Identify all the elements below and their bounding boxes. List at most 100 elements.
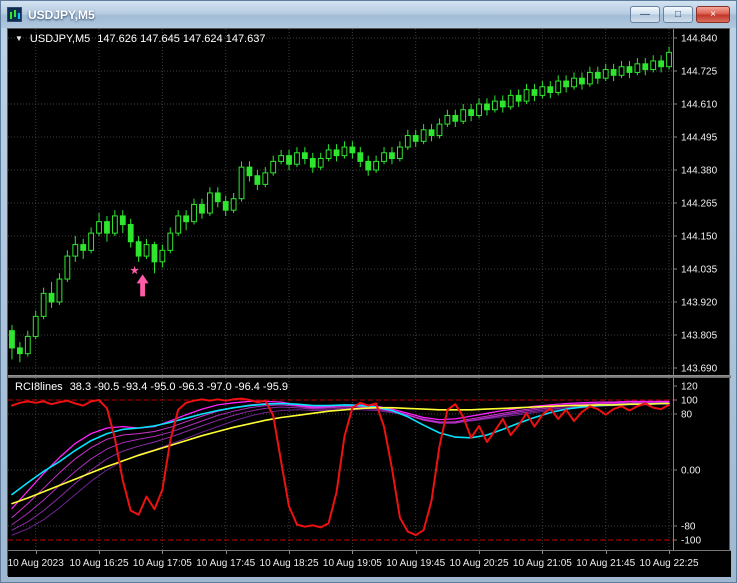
candle-body (191, 203, 197, 223)
candle-body (143, 244, 150, 257)
time-tick (35, 551, 37, 554)
candle-body (389, 152, 395, 160)
time-label: 10 Aug 20:25 (449, 558, 509, 569)
candle-body (325, 149, 332, 160)
indicator-info-line: RCI8lines 38.3 -90.5 -93.4 -95.0 -96.3 -… (15, 381, 288, 393)
candle-body (127, 224, 134, 243)
candle-body (626, 66, 633, 73)
time-tick (289, 551, 291, 554)
chart-window-icon (7, 7, 22, 22)
candle-body (618, 66, 625, 76)
candle-body (428, 129, 435, 137)
candle-body (254, 175, 261, 185)
candle-body (238, 166, 245, 200)
time-tick (225, 551, 227, 554)
candle-body (563, 80, 570, 88)
candle-body (175, 215, 182, 234)
time-label: 10 Aug 19:45 (386, 558, 446, 569)
time-tick (542, 551, 544, 554)
candle-body (571, 77, 577, 88)
time-tick (415, 551, 417, 554)
candle-body (452, 114, 459, 122)
candle-body (586, 71, 593, 85)
candle-body (610, 69, 617, 76)
time-tick (605, 551, 607, 554)
indicator-scale-label: 80 (681, 410, 693, 421)
indicator-panel[interactable]: 120 100 80 0.00 -80 -100 RCI8lines 38.3 -90.5… (8, 378, 731, 550)
price-scale-label: 144.495 (681, 133, 718, 144)
candle-body (507, 94, 514, 108)
candle-body (396, 146, 403, 160)
candle-body (460, 109, 467, 122)
candle-body (309, 158, 316, 168)
mt4-chart-window: USDJPY,M5 — □ × 144.840 144.725 144.610 144… (0, 0, 737, 583)
chart-info-line: ▼ USDJPY,M5 147.626 147.645 147.624 147.… (15, 33, 265, 45)
candle-body (650, 60, 657, 71)
candle-body (555, 80, 562, 94)
candle-body (357, 152, 364, 162)
title-bar[interactable]: USDJPY,M5 — □ × (1, 1, 736, 28)
candle-body (294, 152, 300, 165)
candle-body (167, 232, 174, 251)
candle-body (270, 160, 277, 174)
time-tick (99, 551, 101, 554)
candle-body (349, 146, 356, 154)
price-scale-label: 143.805 (681, 331, 718, 342)
candle-body (444, 114, 451, 125)
collapse-triangle-icon[interactable]: ▼ (15, 35, 23, 43)
price-scale-label: 144.725 (681, 67, 718, 78)
price-scale-label: 143.920 (681, 298, 718, 309)
candle-body (634, 63, 641, 73)
price-chart-panel[interactable]: 144.840 144.725 144.610 144.495 144.380 144.2… (8, 29, 731, 375)
time-tick (162, 551, 164, 554)
candle-body (24, 335, 31, 355)
minimize-button[interactable]: — (630, 6, 660, 23)
candle-body (666, 51, 672, 68)
indicator-scale-label: -80 (681, 522, 696, 533)
time-label: 10 Aug 2023 (7, 558, 64, 569)
candle-body (151, 244, 158, 263)
indicator-scale-label: 120 (681, 382, 698, 393)
candle-body (341, 146, 348, 157)
candle-body (56, 278, 63, 303)
candle-body (658, 60, 665, 68)
indicator-svg: 120 100 80 0.00 -80 -100 (8, 378, 701, 550)
candle-body (32, 315, 39, 337)
candle-body (476, 103, 482, 116)
candle-body (468, 109, 475, 116)
indicator-values: 38.3 -90.5 -93.4 -95.0 -96.3 -97.0 -96.4… (69, 381, 288, 393)
price-scale-label: 144.610 (681, 100, 718, 111)
candle-body (119, 215, 126, 226)
price-scale-label: 144.035 (681, 265, 718, 276)
candle-body (222, 201, 229, 211)
candle-body (246, 166, 253, 177)
candle-body (531, 89, 538, 96)
signal-star-icon (130, 265, 139, 275)
time-label: 10 Aug 16:25 (69, 558, 129, 569)
candle-body (64, 255, 71, 280)
time-label: 10 Aug 19:05 (322, 558, 382, 569)
price-scale-label: 144.380 (681, 166, 718, 177)
candle-body (262, 172, 269, 185)
candle-body (579, 77, 585, 85)
time-axis[interactable]: 10 Aug 2023 10 Aug 16:25 10 Aug 17:05 10 Au… (8, 550, 731, 577)
close-button[interactable]: × (696, 6, 730, 23)
price-scale-label: 143.690 (681, 364, 718, 375)
candle-body (16, 347, 23, 355)
symbol-period-label: USDJPY,M5 (29, 33, 91, 45)
candle-body (365, 160, 372, 171)
candle-body (40, 292, 47, 317)
candle-body (333, 149, 340, 157)
candle-body (104, 221, 110, 234)
candle-body (159, 249, 166, 263)
indicator-scale-label: -100 (681, 536, 701, 547)
restore-button[interactable]: □ (663, 6, 693, 23)
candle-body (230, 198, 237, 211)
candle-body (420, 129, 427, 142)
candle-body (484, 103, 490, 111)
time-tick (479, 551, 481, 554)
time-label: 10 Aug 22:25 (639, 558, 699, 569)
candle-body (72, 244, 79, 257)
candle-body (9, 330, 15, 349)
candle-body (199, 203, 205, 214)
